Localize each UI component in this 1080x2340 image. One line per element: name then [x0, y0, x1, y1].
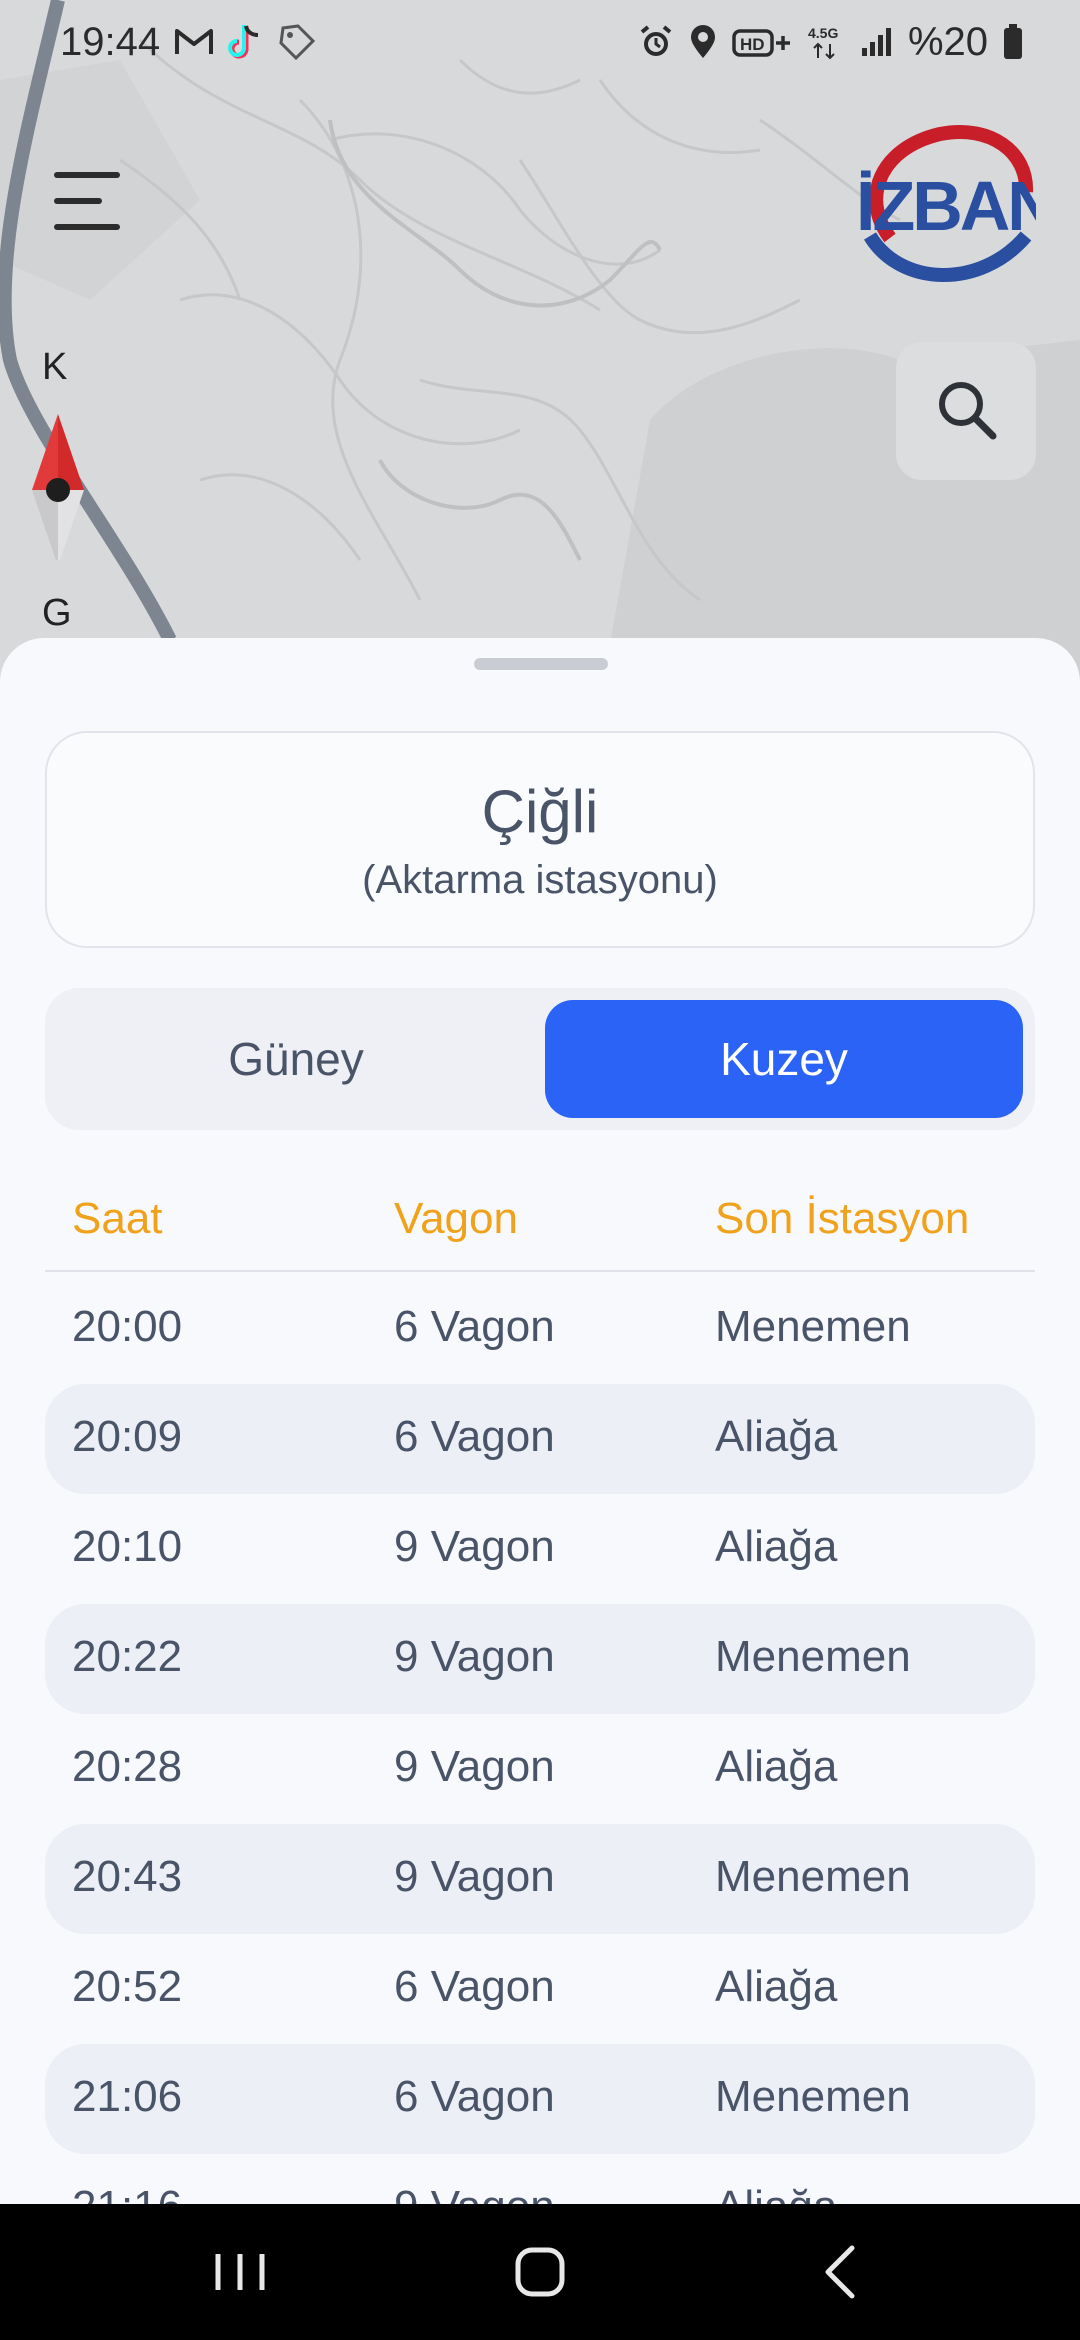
location-icon: [688, 24, 718, 60]
cell-destination: Aliağa: [715, 1742, 838, 1791]
recent-apps-icon: [215, 2254, 265, 2290]
cell-time: 20:09: [72, 1412, 183, 1461]
gmail-icon: [174, 27, 214, 57]
cell-destination: Aliağa: [715, 2182, 837, 2204]
table-row: 20:10 9 Vagon Aliağa: [45, 1494, 1035, 1604]
cell-destination: Menemen: [715, 1632, 911, 1681]
table-row: 20:28 9 Vagon Aliağa: [45, 1714, 1035, 1824]
system-nav-bar: [0, 2204, 1080, 2340]
tab-kuzey[interactable]: Kuzey: [545, 1000, 1023, 1118]
compass-needle-icon: [32, 414, 84, 560]
4.5g-icon: 4.5G: [806, 24, 846, 60]
izban-logo: İZBAN: [850, 118, 1058, 284]
compass-north-label: K: [42, 346, 68, 388]
tag-icon: [278, 23, 316, 61]
direction-toggle: Güney Kuzey: [45, 988, 1035, 1130]
recent-apps-button[interactable]: [200, 2234, 280, 2310]
cell-wagons: 9 Vagon: [394, 2182, 555, 2204]
cell-wagons: 6 Vagon: [394, 2072, 555, 2121]
menu-icon-line: [54, 172, 120, 178]
cell-destination: Menemen: [715, 2072, 911, 2121]
table-row: 21:06 6 Vagon Menemen: [45, 2044, 1035, 2154]
battery-icon: [1002, 23, 1024, 61]
cell-wagons: 9 Vagon: [394, 1522, 555, 1571]
station-bottom-sheet: Çiğli (Aktarma istasyonu) Güney Kuzey Sa…: [0, 638, 1080, 2204]
hd-plus-icon: HD: [732, 25, 792, 59]
table-row: 20:00 6 Vagon Menemen: [45, 1274, 1035, 1384]
station-card: Çiğli (Aktarma istasyonu): [45, 731, 1035, 948]
cell-time: 20:52: [72, 1962, 183, 2011]
signal-icon: [860, 26, 894, 58]
battery-percent: %20: [907, 19, 988, 64]
status-time: 19:44: [60, 19, 161, 64]
compass[interactable]: K G: [26, 340, 90, 634]
compass-south-label: G: [42, 592, 72, 634]
station-name: Çiğli: [481, 778, 599, 845]
cell-time: 20:10: [72, 1522, 183, 1571]
menu-button[interactable]: [54, 168, 126, 232]
home-button[interactable]: [500, 2234, 580, 2310]
cell-wagons: 9 Vagon: [394, 1852, 555, 1901]
status-bar: 19:44 HD 4.5G %20: [0, 0, 1080, 84]
header-saat: Saat: [72, 1194, 163, 1243]
svg-text:4.5G: 4.5G: [808, 25, 838, 41]
table-row: 20:22 9 Vagon Menemen: [45, 1604, 1035, 1714]
header-vagon: Vagon: [394, 1194, 518, 1243]
search-icon: [935, 378, 997, 445]
cell-wagons: 6 Vagon: [394, 1962, 555, 2011]
header-son-istasyon: Son İstasyon: [715, 1194, 970, 1243]
back-button[interactable]: [802, 2234, 882, 2310]
menu-icon-line: [54, 224, 120, 230]
cell-wagons: 9 Vagon: [394, 1632, 555, 1681]
schedule-header: Saat Vagon Son İstasyon: [45, 1168, 1035, 1272]
cell-time: 20:43: [72, 1852, 183, 1901]
cell-destination: Menemen: [715, 1852, 911, 1901]
cell-time: 20:28: [72, 1742, 183, 1791]
table-row: 20:09 6 Vagon Aliağa: [45, 1384, 1035, 1494]
cell-destination: Aliağa: [715, 1962, 838, 2011]
cell-time: 21:16: [72, 2182, 182, 2204]
cell-destination: Aliağa: [715, 1522, 838, 1571]
cell-wagons: 9 Vagon: [394, 1742, 555, 1791]
svg-text:İZBAN: İZBAN: [856, 167, 1036, 245]
cell-wagons: 6 Vagon: [394, 1412, 555, 1461]
table-row: 20:43 9 Vagon Menemen: [45, 1824, 1035, 1934]
home-icon: [515, 2247, 565, 2297]
cell-destination: Menemen: [715, 1302, 911, 1351]
schedule-list[interactable]: 20:00 6 Vagon Menemen 20:09 6 Vagon Alia…: [45, 1274, 1035, 2204]
cell-time: 20:00: [72, 1302, 183, 1351]
tiktok-icon: [228, 23, 264, 61]
search-button[interactable]: [896, 342, 1036, 480]
tab-guney[interactable]: Güney: [57, 1000, 535, 1118]
back-icon: [825, 2245, 855, 2299]
alarm-icon: [638, 24, 674, 60]
cell-time: 20:22: [72, 1632, 183, 1681]
sheet-drag-handle[interactable]: [474, 658, 608, 670]
cell-destination: Aliağa: [715, 1412, 838, 1461]
table-row: 21:16 9 Vagon Aliağa: [45, 2154, 1035, 2204]
cell-time: 21:06: [72, 2072, 183, 2121]
station-subtitle: (Aktarma istasyonu): [362, 858, 718, 902]
cell-wagons: 6 Vagon: [394, 1302, 555, 1351]
table-row: 20:52 6 Vagon Aliağa: [45, 1934, 1035, 2044]
menu-icon-line: [54, 198, 102, 204]
svg-text:HD: HD: [740, 35, 765, 54]
